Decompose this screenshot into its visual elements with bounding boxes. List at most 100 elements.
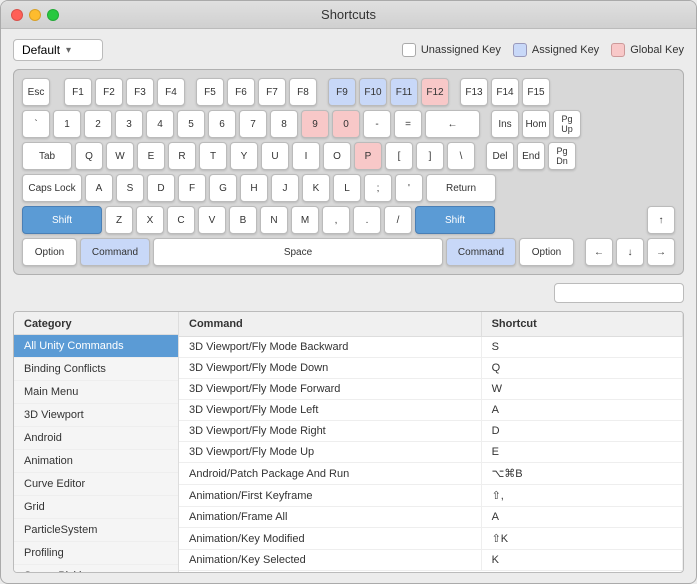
- key-f7[interactable]: F7: [258, 78, 286, 106]
- search-input[interactable]: [554, 283, 684, 303]
- category-item[interactable]: Scene Picking: [14, 565, 178, 572]
- key-9[interactable]: 9: [301, 110, 329, 138]
- key-minus[interactable]: -: [363, 110, 391, 138]
- key-f8[interactable]: F8: [289, 78, 317, 106]
- key-f11[interactable]: F11: [390, 78, 418, 106]
- key-f13[interactable]: F13: [460, 78, 488, 106]
- table-row[interactable]: Animation/Key SelectedK: [179, 550, 683, 571]
- key-b[interactable]: B: [229, 206, 257, 234]
- key-m[interactable]: M: [291, 206, 319, 234]
- key-y[interactable]: Y: [230, 142, 258, 170]
- key-end[interactable]: End: [517, 142, 545, 170]
- key-0[interactable]: 0: [332, 110, 360, 138]
- key-backtick[interactable]: `: [22, 110, 50, 138]
- key-backspace[interactable]: ←: [425, 110, 480, 138]
- category-item[interactable]: Animation: [14, 450, 178, 473]
- key-5[interactable]: 5: [177, 110, 205, 138]
- key-equals[interactable]: =: [394, 110, 422, 138]
- key-w[interactable]: W: [106, 142, 134, 170]
- key-n[interactable]: N: [260, 206, 288, 234]
- category-item[interactable]: Binding Conflicts: [14, 358, 178, 381]
- category-item[interactable]: Grid: [14, 496, 178, 519]
- key-z[interactable]: Z: [105, 206, 133, 234]
- key-a[interactable]: A: [85, 174, 113, 202]
- key-arrow-left[interactable]: ←: [585, 238, 613, 266]
- key-open-bracket[interactable]: [: [385, 142, 413, 170]
- key-6[interactable]: 6: [208, 110, 236, 138]
- key-option-right[interactable]: Option: [519, 238, 574, 266]
- key-t[interactable]: T: [199, 142, 227, 170]
- key-space[interactable]: Space: [153, 238, 443, 266]
- key-f14[interactable]: F14: [491, 78, 519, 106]
- table-row[interactable]: 3D Viewport/Fly Mode LeftA: [179, 400, 683, 421]
- key-f3[interactable]: F3: [126, 78, 154, 106]
- key-pgdn[interactable]: PgDn: [548, 142, 576, 170]
- key-o[interactable]: O: [323, 142, 351, 170]
- key-v[interactable]: V: [198, 206, 226, 234]
- maximize-button[interactable]: [47, 9, 59, 21]
- key-shift-left[interactable]: Shift: [22, 206, 102, 234]
- key-f10[interactable]: F10: [359, 78, 387, 106]
- key-2[interactable]: 2: [84, 110, 112, 138]
- key-f15[interactable]: F15: [522, 78, 550, 106]
- key-f9[interactable]: F9: [328, 78, 356, 106]
- key-x[interactable]: X: [136, 206, 164, 234]
- key-return[interactable]: Return: [426, 174, 496, 202]
- table-row[interactable]: Animation/Frame AllA: [179, 507, 683, 528]
- key-l[interactable]: L: [333, 174, 361, 202]
- key-g[interactable]: G: [209, 174, 237, 202]
- key-8[interactable]: 8: [270, 110, 298, 138]
- key-j[interactable]: J: [271, 174, 299, 202]
- key-e[interactable]: E: [137, 142, 165, 170]
- key-comma[interactable]: ,: [322, 206, 350, 234]
- key-7[interactable]: 7: [239, 110, 267, 138]
- key-home[interactable]: Hom: [522, 110, 550, 138]
- key-tab[interactable]: Tab: [22, 142, 72, 170]
- table-row[interactable]: Animation/Key Modified⇧K: [179, 528, 683, 550]
- key-command-left[interactable]: Command: [80, 238, 150, 266]
- key-u[interactable]: U: [261, 142, 289, 170]
- category-item[interactable]: Android: [14, 427, 178, 450]
- key-f4[interactable]: F4: [157, 78, 185, 106]
- key-s[interactable]: S: [116, 174, 144, 202]
- key-pgup[interactable]: PgUp: [553, 110, 581, 138]
- key-q[interactable]: Q: [75, 142, 103, 170]
- key-caps-lock[interactable]: Caps Lock: [22, 174, 82, 202]
- key-arrow-up[interactable]: ↑: [647, 206, 675, 234]
- key-c[interactable]: C: [167, 206, 195, 234]
- key-f5[interactable]: F5: [196, 78, 224, 106]
- table-row[interactable]: 3D Viewport/Fly Mode RightD: [179, 421, 683, 442]
- key-k[interactable]: K: [302, 174, 330, 202]
- key-insert[interactable]: Ins: [491, 110, 519, 138]
- key-slash[interactable]: /: [384, 206, 412, 234]
- key-arrow-down[interactable]: ↓: [616, 238, 644, 266]
- category-item[interactable]: Main Menu: [14, 381, 178, 404]
- key-1[interactable]: 1: [53, 110, 81, 138]
- key-backslash[interactable]: \: [447, 142, 475, 170]
- table-row[interactable]: Animation/First Keyframe⇧,: [179, 485, 683, 507]
- category-item[interactable]: ParticleSystem: [14, 519, 178, 542]
- profile-dropdown[interactable]: Default ▾: [13, 39, 103, 61]
- category-item[interactable]: Profiling: [14, 542, 178, 565]
- key-f1[interactable]: F1: [64, 78, 92, 106]
- category-item[interactable]: 3D Viewport: [14, 404, 178, 427]
- category-item[interactable]: All Unity Commands: [14, 335, 178, 358]
- key-4[interactable]: 4: [146, 110, 174, 138]
- key-arrow-right[interactable]: →: [647, 238, 675, 266]
- key-option-left[interactable]: Option: [22, 238, 77, 266]
- category-item[interactable]: Curve Editor: [14, 473, 178, 496]
- table-row[interactable]: 3D Viewport/Fly Mode DownQ: [179, 358, 683, 379]
- table-row[interactable]: 3D Viewport/Fly Mode ForwardW: [179, 379, 683, 400]
- key-del[interactable]: Del: [486, 142, 514, 170]
- minimize-button[interactable]: [29, 9, 41, 21]
- close-button[interactable]: [11, 9, 23, 21]
- key-f[interactable]: F: [178, 174, 206, 202]
- key-period[interactable]: .: [353, 206, 381, 234]
- table-row[interactable]: 3D Viewport/Fly Mode UpE: [179, 442, 683, 463]
- key-h[interactable]: H: [240, 174, 268, 202]
- table-row[interactable]: Android/Patch Package And Run⌥⌘B: [179, 463, 683, 485]
- key-f2[interactable]: F2: [95, 78, 123, 106]
- key-f12[interactable]: F12: [421, 78, 449, 106]
- key-close-bracket[interactable]: ]: [416, 142, 444, 170]
- key-3[interactable]: 3: [115, 110, 143, 138]
